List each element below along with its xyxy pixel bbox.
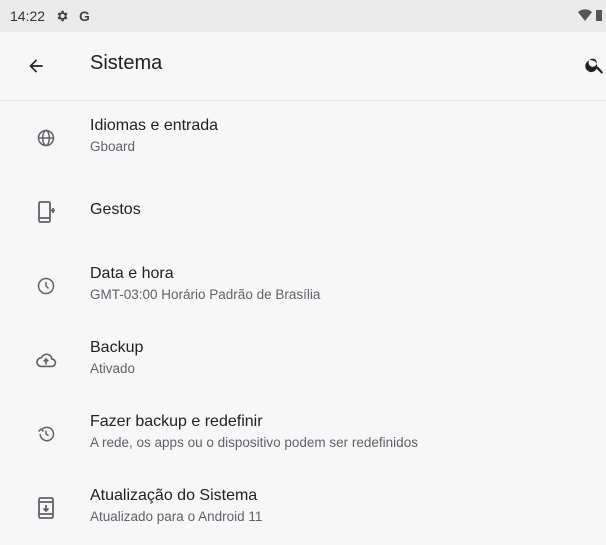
status-right-icons	[578, 0, 602, 32]
gesture-phone-icon	[34, 200, 58, 224]
clock-icon	[34, 274, 58, 298]
system-update-icon	[34, 496, 58, 520]
settings-item-title: Idiomas e entrada	[90, 117, 219, 134]
search-icon[interactable]	[584, 54, 606, 78]
settings-item-summary: A rede, os apps ou o dispositivo podem s…	[90, 435, 418, 450]
arrow-back-icon[interactable]	[24, 54, 48, 78]
settings-item-date-time[interactable]: Data e hora GMT-03:00 Horário Padrão de …	[0, 249, 606, 323]
settings-item-title: Gestos	[90, 201, 141, 218]
gear-icon	[55, 9, 69, 23]
battery-icon	[596, 8, 602, 24]
status-bar: 14:22 G	[0, 0, 606, 32]
settings-item-backup[interactable]: Backup Ativado	[0, 323, 606, 397]
app-bar: Sistema	[0, 32, 606, 101]
page-title: Sistema	[90, 52, 163, 74]
settings-item-languages[interactable]: Idiomas e entrada Gboard	[0, 101, 606, 175]
cloud-upload-icon	[34, 348, 58, 372]
settings-item-system-update[interactable]: Atualização do Sistema Atualizado para o…	[0, 471, 606, 545]
restore-icon	[34, 422, 58, 446]
settings-item-title: Fazer backup e redefinir	[90, 413, 263, 430]
settings-item-reset[interactable]: Fazer backup e redefinir A rede, os apps…	[0, 397, 606, 471]
settings-item-title: Atualização do Sistema	[90, 487, 258, 504]
globe-icon	[34, 126, 58, 150]
wifi-icon	[578, 8, 592, 24]
status-time: 14:22	[10, 8, 46, 24]
settings-item-summary: Ativado	[90, 361, 136, 376]
google-g-icon: G	[79, 8, 90, 24]
settings-item-summary: Gboard	[90, 139, 136, 154]
settings-item-gestures[interactable]: Gestos	[0, 175, 606, 249]
settings-item-title: Data e hora	[90, 265, 174, 282]
settings-item-summary: GMT-03:00 Horário Padrão de Brasília	[90, 287, 321, 302]
settings-list: Idiomas e entrada Gboard Gestos Data e h…	[0, 101, 606, 545]
settings-item-title: Backup	[90, 339, 144, 356]
